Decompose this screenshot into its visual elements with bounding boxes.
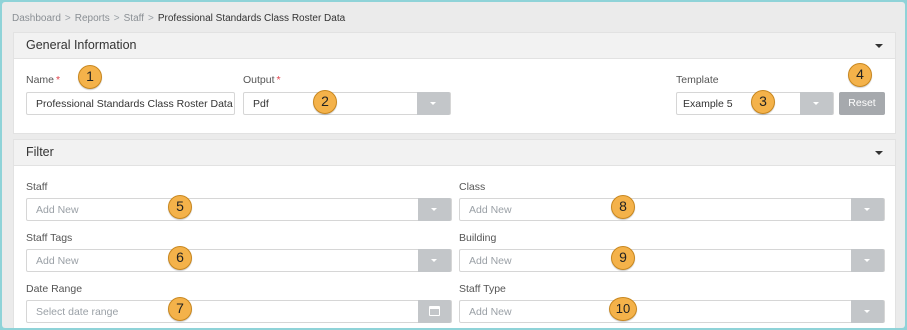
- callout-badge-4: 4: [848, 63, 872, 87]
- required-mark: *: [56, 74, 61, 86]
- dropdown-arrow-icon[interactable]: [800, 92, 833, 115]
- breadcrumb-reports[interactable]: Reports: [75, 13, 110, 24]
- staff-tags-placeholder: Add New: [36, 255, 79, 267]
- filter-title: Filter: [26, 145, 54, 159]
- name-label: Name *: [26, 74, 61, 86]
- filter-panel: Filter Staff Add New Staff Tags Add New …: [13, 139, 896, 328]
- calendar-button[interactable]: [418, 300, 451, 323]
- staff-type-select[interactable]: Add New: [459, 300, 885, 323]
- class-select[interactable]: Add New: [459, 198, 885, 221]
- template-label: Template: [676, 74, 719, 86]
- name-input-value: Professional Standards Class Roster Data: [36, 98, 233, 110]
- dropdown-arrow-icon[interactable]: [851, 300, 884, 323]
- callout-badge-5: 5: [168, 195, 192, 219]
- name-input[interactable]: Professional Standards Class Roster Data: [26, 92, 235, 115]
- callout-badge-3: 3: [751, 90, 775, 114]
- callout-badge-9: 9: [611, 246, 635, 270]
- staff-type-placeholder: Add New: [469, 306, 512, 318]
- output-select[interactable]: Pdf: [243, 92, 451, 115]
- report-page: Dashboard > Reports > Staff > Professional Sta…: [2, 2, 905, 328]
- output-select-value: Pdf: [253, 98, 269, 110]
- callout-badge-10: 10: [609, 297, 637, 321]
- output-label: Output *: [243, 74, 281, 86]
- template-select-value: Example 5: [683, 98, 733, 110]
- breadcrumb-dashboard[interactable]: Dashboard: [12, 13, 61, 24]
- building-label: Building: [459, 232, 497, 244]
- calendar-icon: [429, 306, 440, 316]
- staff-placeholder: Add New: [36, 204, 79, 216]
- building-select[interactable]: Add New: [459, 249, 885, 272]
- callout-badge-8: 8: [611, 195, 635, 219]
- breadcrumb-separator: >: [148, 13, 154, 24]
- dropdown-arrow-icon[interactable]: [418, 249, 451, 272]
- breadcrumb-separator: >: [64, 13, 71, 24]
- dropdown-arrow-icon[interactable]: [851, 249, 884, 272]
- dropdown-arrow-icon[interactable]: [851, 198, 884, 221]
- staff-select[interactable]: Add New: [26, 198, 452, 221]
- caret-down-icon[interactable]: [875, 44, 883, 48]
- callout-badge-6: 6: [168, 246, 192, 270]
- class-label: Class: [459, 181, 486, 193]
- staff-label: Staff: [26, 181, 48, 193]
- general-information-panel: General Information Name * Professional S…: [13, 32, 896, 134]
- breadcrumb-staff[interactable]: Staff: [124, 13, 144, 24]
- filter-header[interactable]: Filter: [14, 140, 895, 166]
- breadcrumb-current: Professional Standards Class Roster Data: [157, 13, 346, 24]
- general-information-title: General Information: [26, 38, 137, 52]
- breadcrumb-separator: >: [113, 13, 120, 24]
- building-placeholder: Add New: [469, 255, 512, 267]
- callout-badge-1: 1: [78, 65, 102, 89]
- dropdown-arrow-icon[interactable]: [418, 198, 451, 221]
- date-range-label: Date Range: [26, 283, 83, 295]
- general-information-header[interactable]: General Information: [14, 33, 895, 59]
- reset-button[interactable]: Reset: [839, 92, 885, 115]
- dropdown-arrow-icon[interactable]: [417, 92, 450, 115]
- date-range-input[interactable]: Select date range: [26, 300, 452, 323]
- staff-type-label: Staff Type: [459, 283, 506, 295]
- caret-down-icon[interactable]: [875, 151, 883, 155]
- callout-badge-2: 2: [313, 90, 337, 114]
- breadcrumb: Dashboard > Reports > Staff > Professional Sta…: [12, 13, 345, 24]
- callout-badge-7: 7: [168, 297, 192, 321]
- required-mark: *: [276, 74, 281, 86]
- staff-tags-label: Staff Tags: [26, 232, 73, 244]
- staff-tags-select[interactable]: Add New: [26, 249, 452, 272]
- date-range-placeholder: Select date range: [36, 306, 119, 318]
- class-placeholder: Add New: [469, 204, 512, 216]
